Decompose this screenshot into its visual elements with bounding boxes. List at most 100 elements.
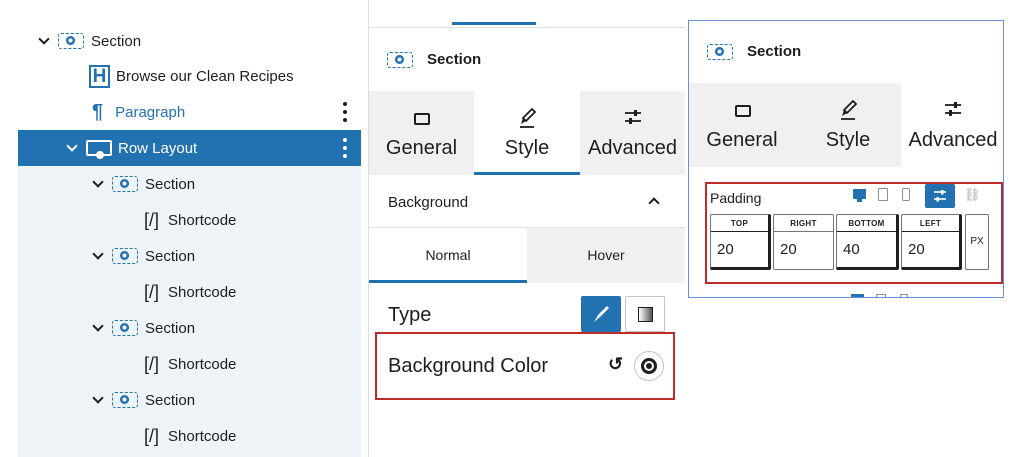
tree-item-label: Shortcode <box>168 283 237 301</box>
tree-item-label: Paragraph <box>115 103 186 121</box>
tree-item-section[interactable]: Section <box>18 23 361 59</box>
field-label: LEFT <box>919 219 942 228</box>
section-icon <box>112 176 138 192</box>
tab-advanced[interactable]: Advanced <box>901 83 1003 167</box>
chevron-down-icon[interactable] <box>92 247 104 260</box>
active-tab-indicator <box>369 280 527 283</box>
active-tab-indicator <box>474 172 580 175</box>
tree-item-paragraph[interactable]: ¶ Paragraph <box>18 94 361 130</box>
tree-item-label: Shortcode <box>168 211 237 229</box>
tab-label: Advanced <box>908 129 998 151</box>
padding-right-field[interactable]: RIGHT 20 <box>773 214 834 270</box>
tab-label: Style <box>825 129 871 151</box>
unit-selector[interactable]: PX <box>965 214 989 270</box>
desktop-icon[interactable] <box>853 189 866 202</box>
row-layout-icon <box>86 140 112 159</box>
panel-tabs: General Style Advanced <box>689 83 1003 167</box>
sliders-icon <box>945 102 961 116</box>
block-header: Section <box>707 43 801 60</box>
padding-control: Padding ⛓ TOP 20 RIGHT 20 BOTTOM 40 LEFT… <box>705 182 1003 284</box>
chevron-down-icon[interactable] <box>38 32 50 45</box>
type-gradient-button[interactable] <box>625 296 665 332</box>
desktop-icon <box>851 294 864 297</box>
padding-top-field[interactable]: TOP 20 <box>710 214 771 270</box>
tab-label: Hover <box>587 247 625 263</box>
tree-item-label: Shortcode <box>168 427 237 445</box>
advanced-panel: Section General Style Advanced Padding ⛓… <box>688 20 1004 298</box>
section-heading: Background <box>388 194 469 211</box>
tab-label: Advanced <box>588 137 677 159</box>
tab-label: General <box>385 137 458 159</box>
shortcode-icon: [/] <box>144 425 160 446</box>
tree-item-shortcode[interactable]: [/] Shortcode <box>18 346 361 382</box>
background-section-toggle[interactable]: Background <box>369 180 685 224</box>
tab-general[interactable]: General <box>369 91 474 175</box>
top-tab-indicator <box>452 22 536 25</box>
block-tree: Section H Browse our Clean Recipes ¶ Par… <box>0 0 368 457</box>
tree-item-label: Section <box>145 247 196 265</box>
tab-style[interactable]: Style <box>474 91 580 175</box>
unlink-icon[interactable]: ⛓ <box>964 187 981 203</box>
tree-item-section[interactable]: Section <box>18 238 361 274</box>
panel-tabs: General Style Advanced <box>369 91 685 175</box>
reset-icon[interactable]: ↺ <box>608 354 623 375</box>
globe-icon <box>641 358 657 374</box>
tab-label: Normal <box>425 247 471 263</box>
mobile-icon[interactable] <box>902 188 910 201</box>
divider <box>369 27 685 28</box>
tree-item-heading[interactable]: H Browse our Clean Recipes <box>18 58 361 94</box>
style-panel: Section General Style Advanced Backgroun… <box>369 0 685 457</box>
more-options-icon[interactable] <box>343 102 347 122</box>
chevron-down-icon[interactable] <box>92 175 104 188</box>
tree-item-shortcode[interactable]: [/] Shortcode <box>18 202 361 238</box>
tree-item-shortcode[interactable]: [/] Shortcode <box>18 418 361 454</box>
color-picker-button[interactable] <box>634 351 664 381</box>
tree-item-label: Row Layout <box>118 139 198 157</box>
chevron-up-icon <box>648 197 660 209</box>
more-options-icon[interactable] <box>343 138 347 158</box>
background-color-row: Background Color ↺ <box>375 332 675 400</box>
card-icon <box>414 113 430 125</box>
tab-style[interactable]: Style <box>795 83 901 167</box>
tree-item-section[interactable]: Section <box>18 166 361 202</box>
tab-general[interactable]: General <box>689 83 795 167</box>
padding-left-field[interactable]: LEFT 20 <box>901 214 962 270</box>
chevron-down-icon[interactable] <box>92 319 104 332</box>
tree-item-section[interactable]: Section <box>18 310 361 346</box>
tablet-icon <box>876 294 886 297</box>
type-classic-button[interactable] <box>581 296 621 332</box>
type-label: Type <box>388 304 432 326</box>
tree-item-label: Section <box>145 319 196 337</box>
field-value: 20 <box>908 241 925 258</box>
block-title: Section <box>747 43 802 60</box>
shortcode-icon: [/] <box>144 209 160 230</box>
padding-bottom-field[interactable]: BOTTOM 40 <box>836 214 899 270</box>
shortcode-icon: [/] <box>144 281 160 302</box>
section-icon <box>112 320 138 336</box>
tree-item-label: Browse our Clean Recipes <box>116 67 294 85</box>
brush-icon <box>594 306 609 322</box>
section-icon <box>58 33 84 49</box>
field-value: 20 <box>717 241 734 258</box>
tree-item-row-layout[interactable]: Row Layout <box>18 130 361 166</box>
section-icon <box>387 51 413 68</box>
tab-hover[interactable]: Hover <box>527 228 685 283</box>
field-value: 40 <box>843 241 860 258</box>
field-label: TOP <box>730 219 749 228</box>
tab-advanced[interactable]: Advanced <box>580 91 685 175</box>
tree-item-section[interactable]: Section <box>18 382 361 418</box>
section-icon <box>112 392 138 408</box>
bg-color-label: Background Color <box>388 355 549 377</box>
tree-item-shortcode[interactable]: [/] Shortcode <box>18 274 361 310</box>
tab-label: Style <box>504 137 550 159</box>
unit-label: PX <box>970 236 984 247</box>
tree-item-label: Shortcode <box>168 355 237 373</box>
custom-values-button[interactable] <box>925 184 955 208</box>
field-value: 20 <box>780 241 797 258</box>
tab-normal[interactable]: Normal <box>369 228 527 283</box>
tree-item-label: Section <box>145 175 196 193</box>
chevron-down-icon[interactable] <box>92 391 104 404</box>
chevron-down-icon[interactable] <box>66 139 78 152</box>
tablet-icon[interactable] <box>878 188 888 201</box>
tab-label: General <box>706 129 778 151</box>
